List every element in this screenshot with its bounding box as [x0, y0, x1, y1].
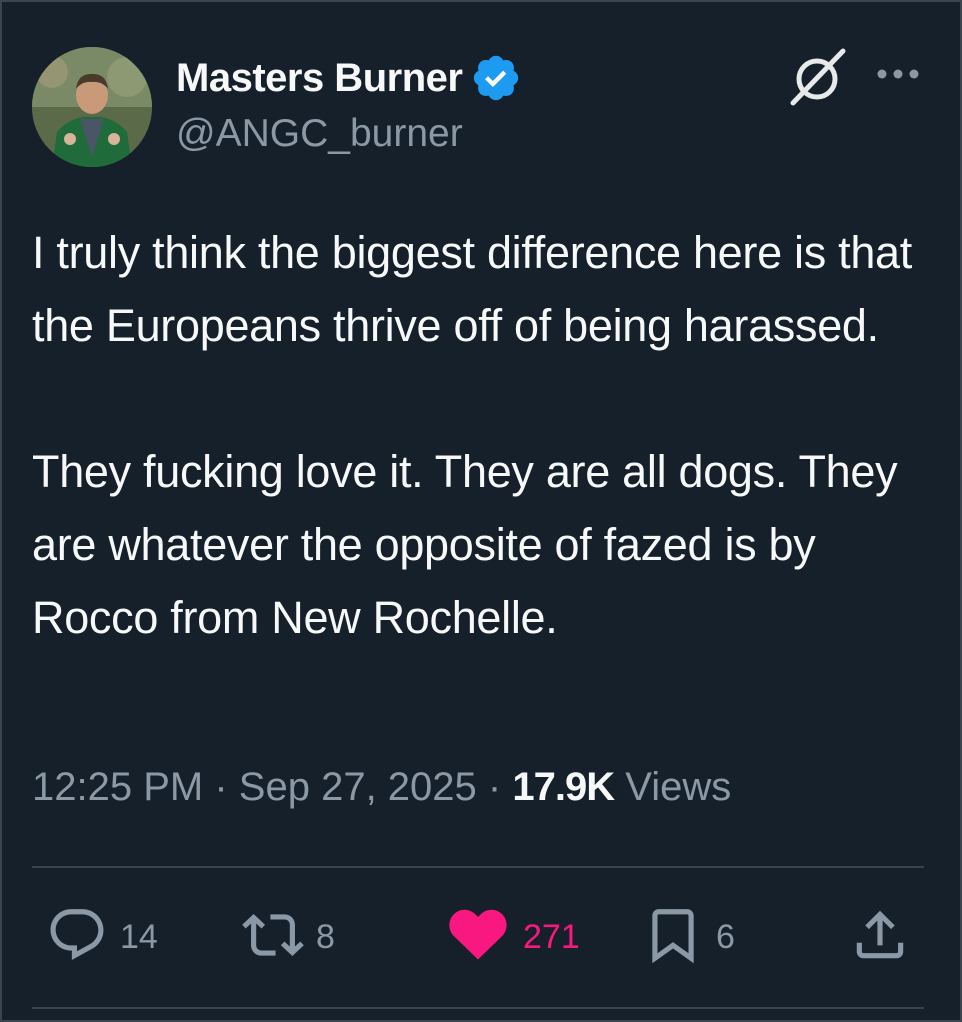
action-bar: 14 8 271 6 — [2, 902, 962, 972]
tweet-date[interactable]: Sep 27, 2025 — [239, 765, 477, 809]
grok-icon[interactable] — [787, 47, 847, 107]
name-row: Masters Burner — [176, 52, 522, 104]
avatar[interactable] — [32, 47, 152, 167]
repost-button[interactable]: 8 — [242, 902, 335, 972]
like-button[interactable]: 271 — [445, 902, 580, 972]
verified-badge-icon — [470, 52, 522, 104]
reply-button[interactable]: 14 — [46, 902, 158, 972]
share-icon — [849, 904, 911, 971]
views-label: Views — [625, 765, 732, 809]
divider — [32, 866, 924, 868]
tweet-card: Masters Burner @ANGC_burner I truly thin… — [0, 0, 962, 1022]
tweet-text: I truly think the biggest difference her… — [32, 227, 912, 643]
bookmark-count: 6 — [716, 917, 735, 956]
tweet-meta: 12:25 PM · Sep 27, 2025 · 17.9K Views — [32, 765, 731, 810]
tweet-time[interactable]: 12:25 PM — [32, 765, 203, 809]
share-button[interactable] — [849, 902, 911, 972]
reply-icon — [46, 904, 108, 971]
bookmark-icon — [642, 904, 704, 971]
repost-count: 8 — [316, 917, 335, 956]
bookmark-button[interactable]: 6 — [642, 902, 735, 972]
views-count[interactable]: 17.9K — [512, 765, 615, 809]
meta-separator: · — [214, 765, 228, 809]
divider — [32, 1007, 924, 1009]
display-name[interactable]: Masters Burner — [176, 56, 463, 101]
like-icon — [445, 904, 511, 971]
reply-count: 14 — [120, 917, 158, 956]
repost-icon — [242, 904, 304, 971]
like-count: 271 — [523, 917, 580, 956]
more-icon[interactable] — [874, 59, 924, 89]
meta-separator: · — [487, 765, 502, 809]
handle[interactable]: @ANGC_burner — [176, 112, 463, 156]
